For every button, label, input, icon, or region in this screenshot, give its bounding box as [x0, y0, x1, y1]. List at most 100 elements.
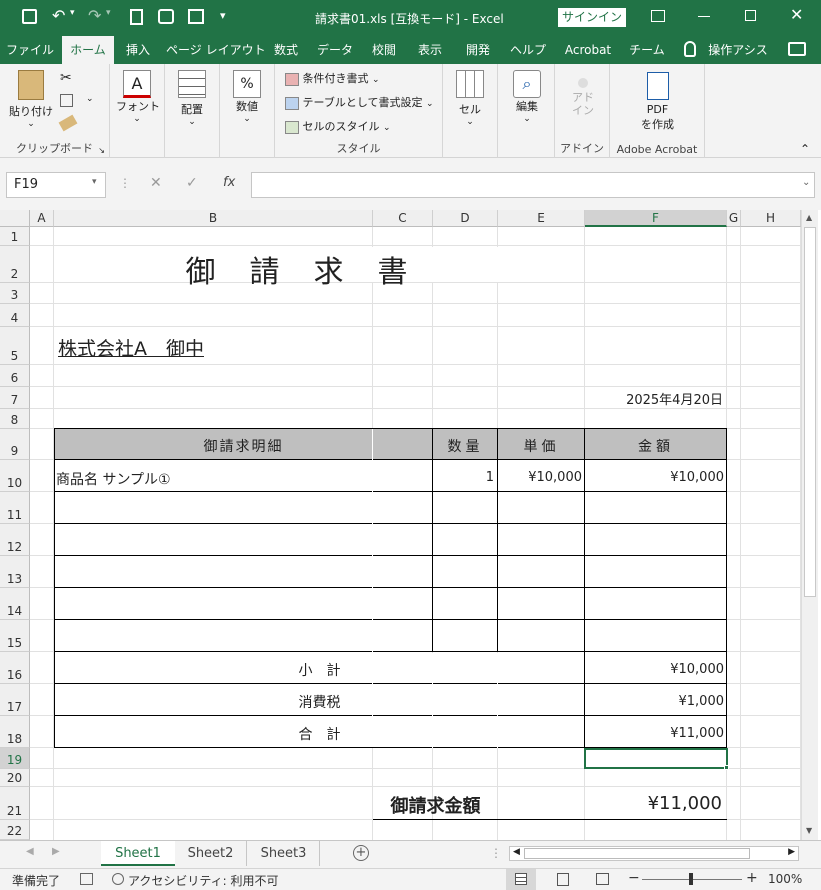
- item-quantity[interactable]: 1: [433, 470, 494, 485]
- header-amount[interactable]: 金額: [585, 436, 727, 456]
- row-header-8[interactable]: 8: [0, 409, 30, 429]
- tab-data[interactable]: データ: [312, 36, 358, 64]
- vertical-scroll-thumb[interactable]: [804, 227, 816, 597]
- item-name[interactable]: 商品名 サンプル①: [56, 469, 171, 489]
- worksheet-grid[interactable]: A B C D E F G H 1 2 3 4 5 6 7 8 9 10 11 12 13 14 15 16 1…: [0, 210, 821, 840]
- tab-home[interactable]: ホーム: [62, 36, 114, 64]
- next-sheet-icon[interactable]: ▶: [52, 846, 60, 857]
- row-header-18[interactable]: 18: [0, 716, 30, 748]
- zoom-out-icon[interactable]: −: [628, 870, 640, 886]
- quick-print-icon[interactable]: [158, 9, 174, 24]
- scroll-left-icon[interactable]: ◀: [513, 847, 520, 857]
- column-header-g[interactable]: G: [727, 210, 741, 227]
- select-all-corner[interactable]: [0, 210, 30, 227]
- row-header-10[interactable]: 10: [0, 460, 30, 492]
- confirm-entry-icon[interactable]: ✓: [186, 175, 198, 191]
- format-painter-icon[interactable]: [58, 114, 78, 132]
- expand-formula-bar-icon[interactable]: ⌄: [802, 177, 810, 188]
- header-quantity[interactable]: 数量: [433, 436, 498, 456]
- alignment-button[interactable]: 配置 ⌄: [171, 70, 213, 127]
- tab-insert[interactable]: 挿入: [118, 36, 158, 64]
- row-header-3[interactable]: 3: [0, 283, 30, 304]
- undo-icon[interactable]: ↶: [52, 6, 65, 25]
- row-header-16[interactable]: 16: [0, 652, 30, 684]
- accessibility-status[interactable]: アクセシビリティ: 利用不可: [128, 872, 279, 889]
- row-header-22[interactable]: 22: [0, 820, 30, 840]
- active-cell-selection[interactable]: [584, 748, 728, 769]
- customize-quick-access-icon[interactable]: ▾: [220, 9, 226, 22]
- row-header-6[interactable]: 6: [0, 365, 30, 387]
- tab-file[interactable]: ファイル: [6, 36, 54, 64]
- tab-formulas[interactable]: 数式: [266, 36, 306, 64]
- zoom-level[interactable]: 100%: [768, 872, 802, 886]
- row-header-1[interactable]: 1: [0, 227, 30, 246]
- name-box-dropdown-icon[interactable]: ▾: [92, 177, 97, 187]
- column-header-h[interactable]: H: [741, 210, 801, 227]
- horizontal-scroll-thumb[interactable]: [524, 848, 750, 859]
- maximize-icon[interactable]: [745, 10, 756, 21]
- clipboard-launcher-icon[interactable]: ↘: [98, 146, 105, 155]
- ribbon-display-options-icon[interactable]: [651, 10, 665, 22]
- tab-acrobat[interactable]: Acrobat: [558, 36, 618, 64]
- insert-function-icon[interactable]: fx: [223, 175, 235, 190]
- copy-dropdown-icon[interactable]: ⌄: [86, 94, 94, 104]
- grand-total-value[interactable]: ¥11,000: [585, 793, 722, 814]
- row-header-14[interactable]: 14: [0, 588, 30, 620]
- tab-developer[interactable]: 開発: [456, 36, 500, 64]
- row-header-13[interactable]: 13: [0, 556, 30, 588]
- page-layout-view-icon[interactable]: [557, 873, 569, 886]
- editing-button[interactable]: ⌕ 編集 ⌄: [506, 70, 548, 124]
- row-header-5[interactable]: 5: [0, 327, 30, 365]
- row-header-15[interactable]: 15: [0, 620, 30, 652]
- header-description[interactable]: 御請求明細: [54, 436, 433, 456]
- save-icon[interactable]: [22, 9, 37, 24]
- tab-page-layout[interactable]: ページ レイアウト: [166, 36, 266, 64]
- scroll-down-icon[interactable]: ▼: [806, 826, 812, 835]
- tab-split-icon[interactable]: ⋮: [490, 846, 502, 860]
- row-header-20[interactable]: 20: [0, 769, 30, 787]
- row-header-7[interactable]: 7: [0, 387, 30, 409]
- macro-record-icon[interactable]: [80, 873, 93, 885]
- total-value[interactable]: ¥11,000: [585, 726, 724, 741]
- row-header-17[interactable]: 17: [0, 684, 30, 716]
- name-box[interactable]: F19: [6, 172, 106, 198]
- invoice-date[interactable]: 2025年4月20日: [585, 389, 723, 408]
- undo-dropdown-icon[interactable]: ▾: [70, 8, 75, 18]
- grand-total-label[interactable]: 御請求金額: [373, 792, 498, 818]
- tab-review[interactable]: 校閲: [364, 36, 404, 64]
- cells-button[interactable]: セル ⌄: [449, 70, 491, 127]
- horizontal-scrollbar[interactable]: ◀ ▶: [509, 846, 799, 861]
- table-format-button[interactable]: テーブルとして書式設定 ⌄: [285, 94, 434, 110]
- row-header-21[interactable]: 21: [0, 787, 30, 820]
- column-header-e[interactable]: E: [498, 210, 585, 227]
- close-icon[interactable]: ✕: [790, 5, 803, 24]
- accessibility-icon[interactable]: [112, 873, 124, 885]
- formula-input[interactable]: [251, 172, 815, 198]
- paste-button[interactable]: 貼り付け ⌄: [8, 70, 54, 129]
- add-sheet-icon[interactable]: +: [353, 845, 369, 861]
- tax-value[interactable]: ¥1,000: [585, 694, 725, 709]
- redo-dropdown-icon[interactable]: ▾: [106, 8, 111, 18]
- zoom-in-icon[interactable]: +: [746, 870, 758, 886]
- addin-button[interactable]: アド イン: [563, 78, 603, 117]
- signin-button[interactable]: サインイン: [558, 8, 626, 27]
- tab-help[interactable]: ヘルプ: [505, 36, 551, 64]
- vertical-scrollbar[interactable]: ▲ ▼: [801, 210, 818, 840]
- font-button[interactable]: A フォント ⌄: [116, 70, 160, 124]
- row-header-2[interactable]: 2: [0, 246, 30, 283]
- column-header-d[interactable]: D: [433, 210, 498, 227]
- row-header-9[interactable]: 9: [0, 429, 30, 460]
- cancel-entry-icon[interactable]: ✕: [150, 175, 162, 191]
- prev-sheet-icon[interactable]: ◀: [26, 846, 34, 857]
- camera-icon[interactable]: [188, 9, 204, 24]
- sheet-tab-sheet2[interactable]: Sheet2: [175, 841, 247, 866]
- row-header-4[interactable]: 4: [0, 304, 30, 327]
- item-amount[interactable]: ¥10,000: [585, 470, 724, 485]
- comments-icon[interactable]: [788, 42, 806, 56]
- header-unit-price[interactable]: 単価: [498, 436, 585, 456]
- number-button[interactable]: % 数値 ⌄: [226, 70, 268, 124]
- addressee[interactable]: 株式会社A 御中: [58, 334, 204, 361]
- row-header-12[interactable]: 12: [0, 524, 30, 556]
- row-header-11[interactable]: 11: [0, 492, 30, 524]
- tax-label[interactable]: 消費税: [54, 692, 585, 712]
